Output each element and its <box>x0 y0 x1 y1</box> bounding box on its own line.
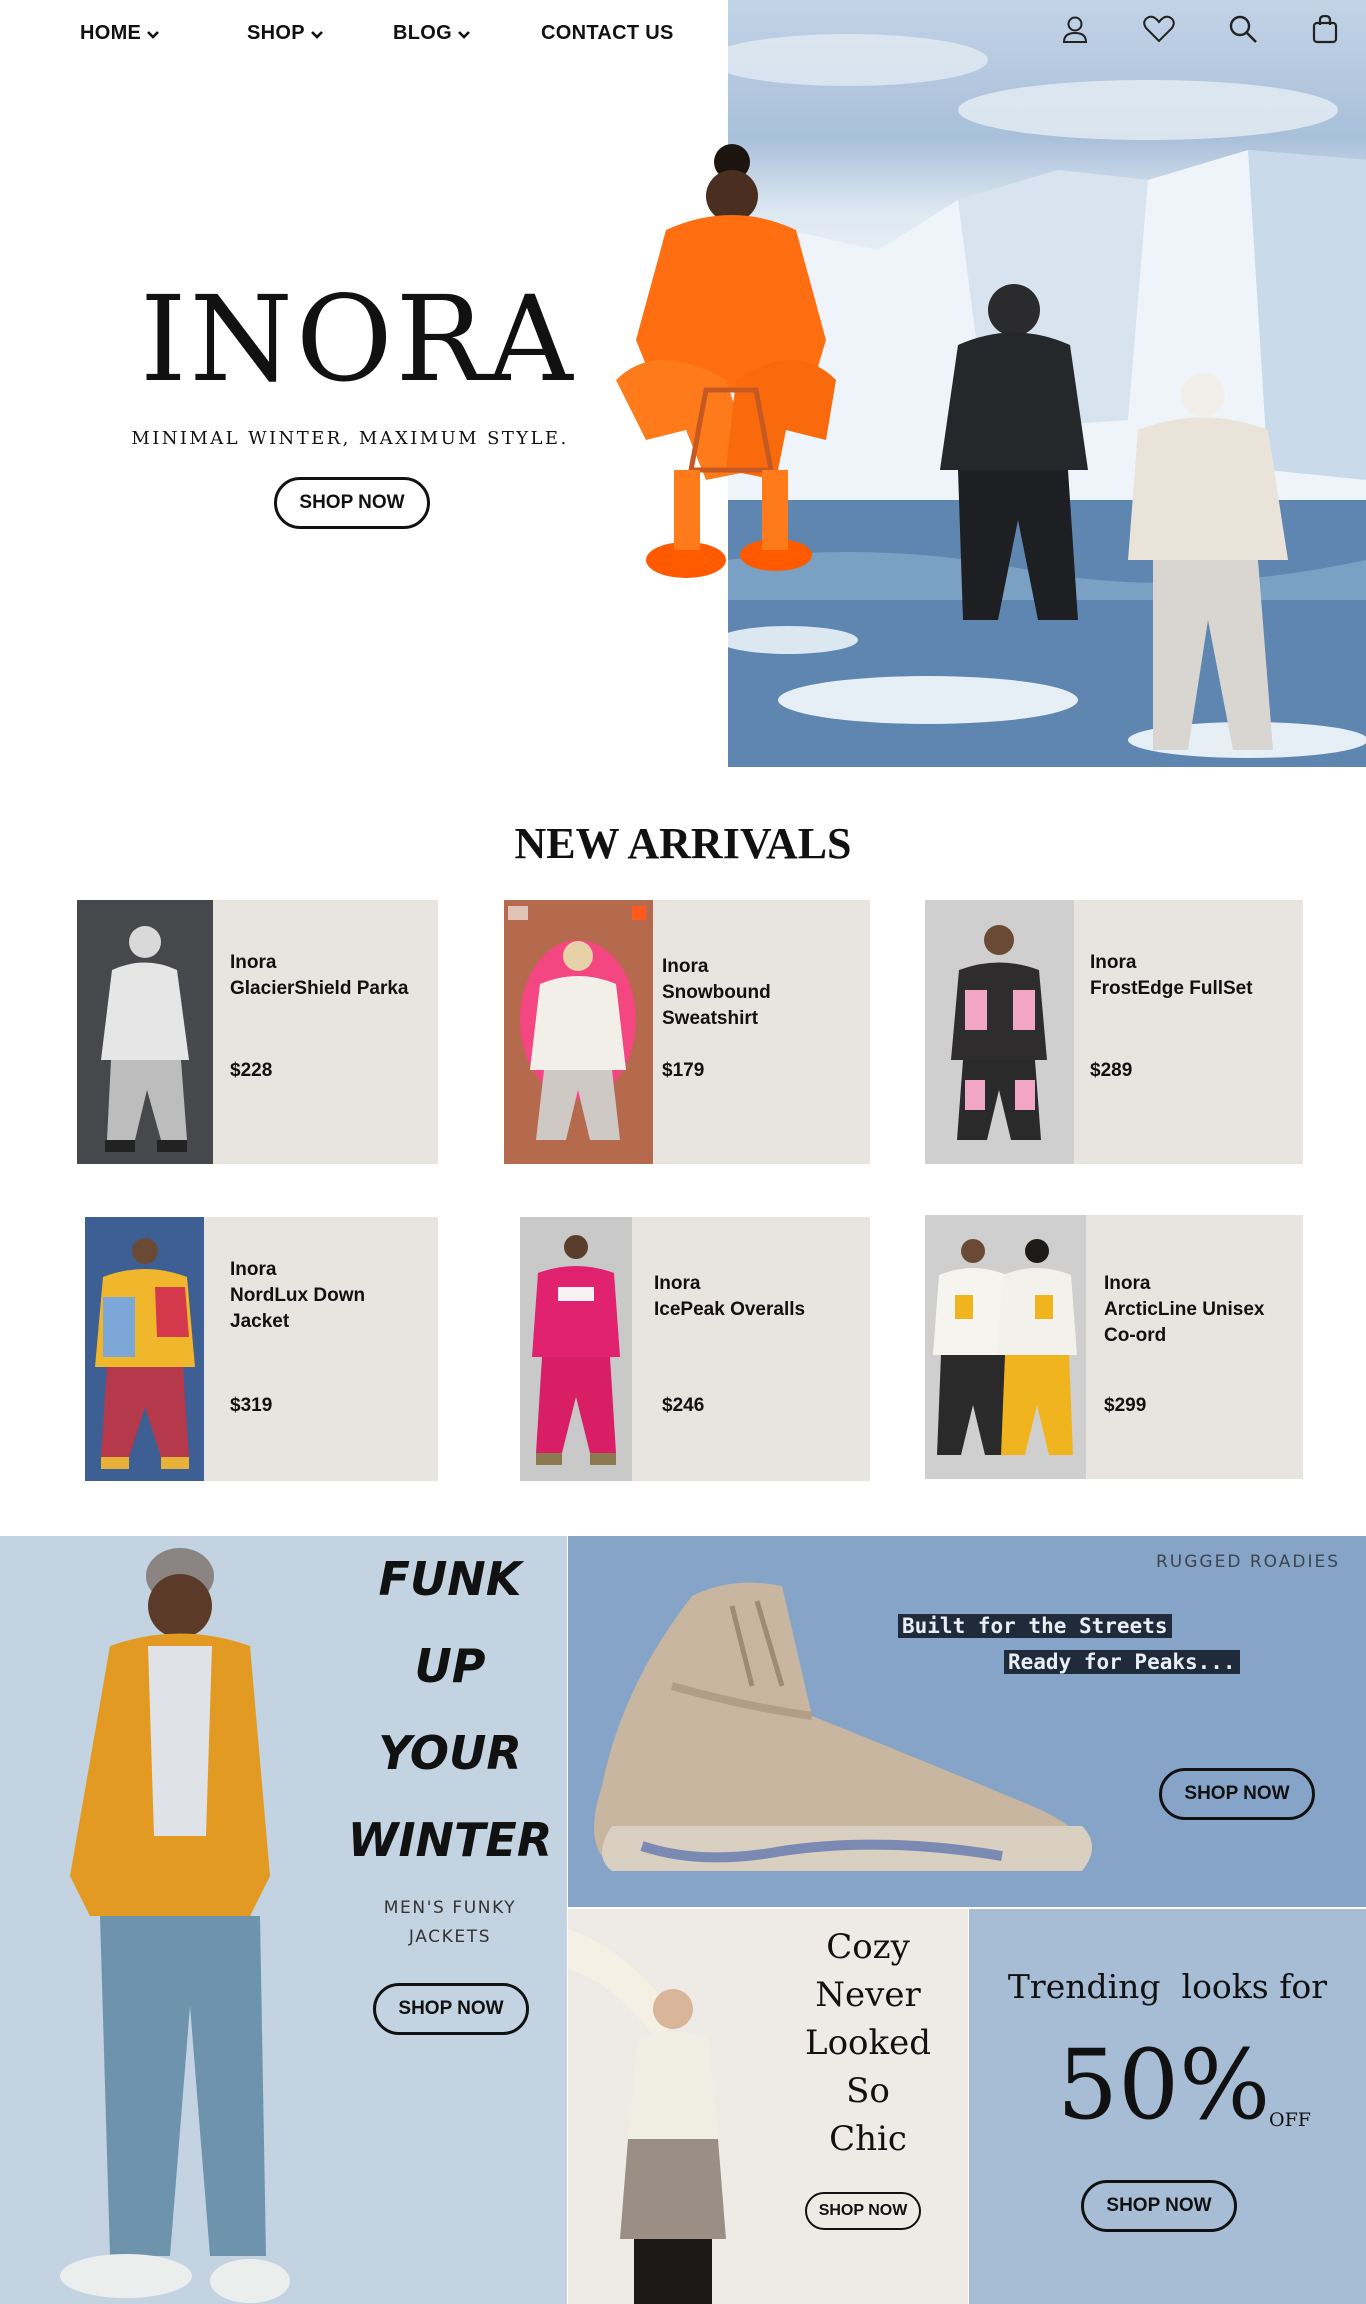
product-image <box>520 1217 632 1481</box>
product-card[interactable]: Inora IcePeak Overalls $246 <box>520 1217 870 1481</box>
product-card[interactable]: Inora NordLux Down Jacket $319 <box>85 1217 438 1481</box>
product-card[interactable]: Inora ArcticLine Unisex Co-ord $299 <box>925 1215 1303 1479</box>
product-image <box>925 1215 1086 1479</box>
product-image <box>925 900 1074 1164</box>
model-arcticline-coord-image <box>925 1215 1086 1479</box>
nav-home-label: HOME <box>80 22 142 44</box>
search-icon[interactable] <box>1228 14 1258 44</box>
nav-shop[interactable]: SHOP <box>247 22 325 45</box>
nav-blog-label: BLOG <box>393 22 452 44</box>
nav-home[interactable]: HOME <box>80 22 161 45</box>
product-price: $228 <box>230 1060 273 1081</box>
model-icepeak-overalls-image <box>520 1217 632 1481</box>
sale-shop-now-label: SHOP NOW <box>1106 2195 1212 2216</box>
product-card[interactable]: Inora GlacierShield Parka $228 <box>77 900 438 1164</box>
product-name: Inora IcePeak Overalls <box>654 1273 806 1320</box>
sale-headline: Trending looks for <box>1007 1967 1328 2006</box>
promo-sale: Trending looks for 50% OFF SHOP NOW <box>969 1909 1366 2304</box>
product-name: Inora FrostEdge FullSet <box>1090 952 1253 999</box>
hero-tagline: MINIMAL WINTER, MAXIMUM STYLE. <box>131 428 569 449</box>
promo-boots: RUGGED ROADIES Built for the Streets Rea… <box>568 1536 1366 1907</box>
sale-off-label: OFF <box>1269 2109 1311 2131</box>
chevron-down-icon <box>458 30 470 39</box>
product-image <box>504 900 653 1164</box>
product-price: $289 <box>1090 1060 1133 1081</box>
boots-line2: Ready for Peaks... <box>1004 1650 1240 1674</box>
hero-brand-title: INORA <box>140 270 576 408</box>
product-name: Inora NordLux Down Jacket <box>230 1259 366 1332</box>
user-icon[interactable] <box>1060 14 1090 44</box>
boots-line1: Built for the Streets <box>898 1614 1172 1638</box>
model-cozy-puffer-image <box>568 1929 726 2304</box>
cozy-headline: Cozy Never Looked So Chic <box>804 1927 931 2159</box>
promo-cozy: Cozy Never Looked So Chic SHOP NOW <box>568 1909 968 2304</box>
sale-percent: 50% <box>1057 2029 1271 2141</box>
product-image <box>85 1217 204 1481</box>
boots-eyebrow: RUGGED ROADIES <box>1156 1552 1340 1572</box>
nav-contact-label: CONTACT US <box>541 22 674 44</box>
boots-shop-now-button[interactable]: SHOP NOW <box>1159 1768 1315 1820</box>
boots-shop-now-label: SHOP NOW <box>1184 1783 1290 1804</box>
sale-shop-now-button[interactable]: SHOP NOW <box>1081 2180 1237 2232</box>
product-card[interactable]: Inora FrostEdge FullSet $289 <box>925 900 1303 1164</box>
new-arrivals-title: NEW ARRIVALS <box>514 819 852 868</box>
nav-shop-label: SHOP <box>247 22 305 44</box>
product-price: $246 <box>662 1395 705 1416</box>
product-name: Inora GlacierShield Parka <box>230 952 409 999</box>
product-name: Inora Snowbound Sweatshirt <box>662 956 771 1029</box>
product-price: $299 <box>1104 1395 1147 1416</box>
product-image <box>77 900 213 1164</box>
model-frostedge-fullset-image <box>925 900 1074 1164</box>
product-price: $319 <box>230 1395 273 1416</box>
product-price: $179 <box>662 1060 705 1081</box>
chevron-down-icon <box>310 30 323 39</box>
promo-funk: FUNK UP YOUR WINTER MEN'S FUNKY JACKETS … <box>0 1536 567 2304</box>
funk-headline: FUNK UP YOUR WINTER <box>347 1552 553 1867</box>
hero-shop-now-label: SHOP NOW <box>299 492 405 513</box>
nav-contact[interactable]: CONTACT US <box>541 22 674 45</box>
product-card[interactable]: Inora Snowbound Sweatshirt $179 <box>504 900 870 1164</box>
heart-icon[interactable] <box>1142 14 1176 44</box>
hero-shop-now-button[interactable]: SHOP NOW <box>274 477 430 529</box>
model-orange-puffer-image <box>616 144 836 578</box>
bag-icon[interactable] <box>1310 14 1340 44</box>
funk-shop-now-label: SHOP NOW <box>398 1998 504 2019</box>
chevron-down-icon <box>147 30 160 39</box>
cozy-shop-now-label: SHOP NOW <box>818 2202 908 2219</box>
model-orange-jacket-image <box>60 1548 290 2303</box>
model-nordlux-down-jacket-image <box>85 1217 204 1481</box>
model-glaciershield-parka-image <box>77 900 213 1164</box>
product-name: Inora ArcticLine Unisex Co-ord <box>1104 1273 1265 1346</box>
model-snowbound-sweatshirt-image <box>504 900 653 1164</box>
funk-subtitle: MEN'S FUNKY JACKETS <box>383 1898 517 1947</box>
funk-shop-now-button[interactable]: SHOP NOW <box>373 1983 529 2035</box>
nav-blog[interactable]: BLOG <box>393 22 472 45</box>
cozy-shop-now-button[interactable]: SHOP NOW <box>805 2192 921 2230</box>
